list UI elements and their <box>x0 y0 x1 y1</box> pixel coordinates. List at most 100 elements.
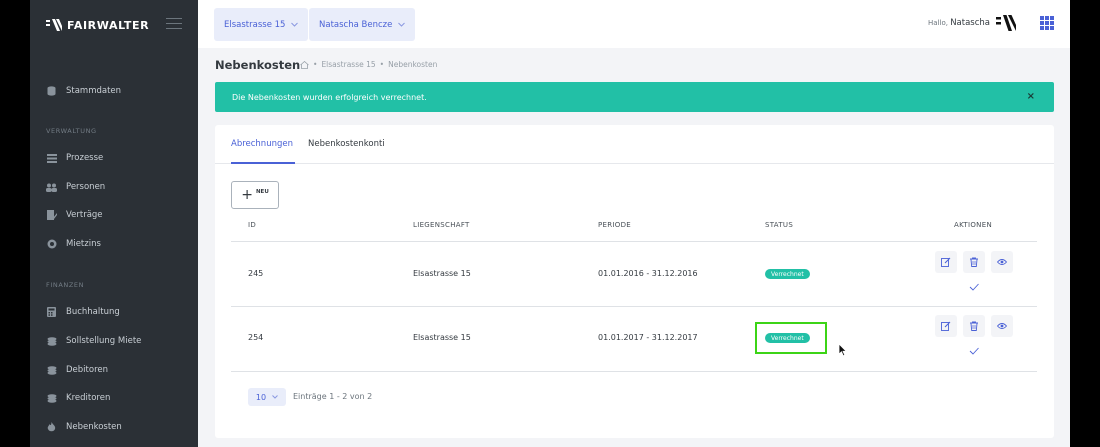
sidebar-item-label: Personen <box>66 182 106 192</box>
new-billing-button[interactable]: + NEU <box>231 181 279 209</box>
breadcrumb-property[interactable]: Elsastrasse 15 <box>321 60 375 69</box>
sidebar-section-verwaltung: VERWALTUNG <box>46 127 97 135</box>
eye-icon <box>997 259 1007 265</box>
row-divider <box>231 306 1037 307</box>
brand-logo[interactable]: FAIRWALTER <box>46 17 149 33</box>
property-select-label: Elsastrasse 15 <box>224 19 286 30</box>
chevron-down-icon <box>291 22 299 27</box>
sidebar-item-stammdaten[interactable]: Stammdaten <box>46 82 121 100</box>
breadcrumb-separator: • <box>313 60 318 69</box>
stack-icon <box>46 365 57 375</box>
confirm-button[interactable] <box>963 340 985 362</box>
header-divider <box>231 241 1037 242</box>
view-button[interactable] <box>991 251 1013 273</box>
status-badge: Verrechnet <box>765 269 810 279</box>
trash-icon <box>970 257 978 267</box>
topbar: Elsastrasse 15 Natascha Bencze Hallo, Na… <box>198 0 1070 48</box>
column-header-actions: AKTIONEN <box>954 221 992 229</box>
success-alert: Die Nebenkosten wurden erfolgreich verre… <box>215 82 1054 112</box>
sidebar-item-nebenkosten[interactable]: Nebenkosten <box>46 418 122 436</box>
sidebar-item-prozesse[interactable]: Prozesse <box>46 149 103 167</box>
row-divider <box>231 371 1037 372</box>
tab-abrechnungen[interactable]: Abrechnungen <box>231 139 293 149</box>
sidebar-item-label: Stammdaten <box>66 86 122 96</box>
fairwalter-logo-icon[interactable] <box>996 13 1016 33</box>
sidebar-item-buchhaltung[interactable]: Buchhaltung <box>46 303 120 321</box>
delete-button[interactable] <box>963 315 985 337</box>
users-icon <box>46 182 57 192</box>
user-name: Natascha <box>950 18 990 28</box>
menu-toggle-icon[interactable] <box>166 18 182 30</box>
tab-nebenkostenkonti[interactable]: Nebenkostenkonti <box>308 139 385 149</box>
cell-property: Elsastrasse 15 <box>413 333 471 342</box>
person-select[interactable]: Natascha Bencze <box>309 8 416 41</box>
apps-grid-icon[interactable] <box>1040 16 1054 30</box>
new-button-label: NEU <box>255 189 269 195</box>
chevron-down-icon <box>398 22 406 27</box>
property-select[interactable]: Elsastrasse 15 <box>214 8 309 41</box>
mouse-cursor-icon <box>838 343 848 357</box>
sidebar-item-label: Sollstellung Miete <box>66 336 142 346</box>
page-size-select[interactable]: 10 <box>248 388 286 406</box>
delete-button[interactable] <box>963 251 985 273</box>
sidebar-item-sollstellung-miete[interactable]: Sollstellung Miete <box>46 332 141 350</box>
cell-period: 01.01.2017 - 31.12.2017 <box>598 333 698 342</box>
stack-icon <box>46 393 57 403</box>
breadcrumb: • Elsastrasse 15 • Nebenkosten <box>300 60 437 69</box>
database-icon <box>46 86 57 96</box>
cell-id[interactable]: 254 <box>248 333 263 342</box>
check-icon <box>969 283 979 291</box>
eye-icon <box>997 323 1007 329</box>
sidebar-item-label: Debitoren <box>66 365 108 375</box>
view-button[interactable] <box>991 315 1013 337</box>
breadcrumb-separator: • <box>379 60 385 69</box>
sidebar-item-mietzins[interactable]: Mietzins <box>46 235 101 253</box>
greeting-text: Hallo, <box>928 19 948 27</box>
sidebar-item-vertraege[interactable]: Verträge <box>46 206 103 224</box>
column-header-id: ID <box>248 221 257 229</box>
edit-button[interactable] <box>935 251 957 273</box>
pagination-info: Einträge 1 - 2 von 2 <box>293 392 373 401</box>
flame-icon <box>46 422 57 432</box>
sidebar-item-label: Nebenkosten <box>66 422 122 432</box>
tab-bar: Abrechnungen Nebenkostenkonti <box>215 125 1054 164</box>
billing-card: Abrechnungen Nebenkostenkonti + NEU ID L… <box>215 125 1054 438</box>
column-header-property: LIEGENSCHAFT <box>413 221 470 229</box>
invoice-icon <box>46 336 57 346</box>
plus-icon: + <box>241 186 253 203</box>
sidebar-item-label: Prozesse <box>66 153 104 163</box>
sidebar-item-label: Mietzins <box>66 239 101 249</box>
person-select-label: Natascha Bencze <box>319 19 393 30</box>
cell-property: Elsastrasse 15 <box>413 269 471 278</box>
column-header-period: PERIODE <box>598 221 631 229</box>
highlight-box <box>755 322 827 354</box>
sidebar-item-label: Verträge <box>66 210 103 220</box>
check-icon <box>969 347 979 355</box>
cell-period: 01.01.2016 - 31.12.2016 <box>598 269 698 278</box>
list-icon <box>46 153 57 163</box>
sidebar-item-kreditoren[interactable]: Kreditoren <box>46 389 110 407</box>
edit-icon <box>941 257 951 267</box>
edit-button[interactable] <box>935 315 957 337</box>
sidebar-item-label: Kreditoren <box>66 393 111 403</box>
fairwalter-logo-icon <box>46 19 62 31</box>
sidebar-item-debitoren[interactable]: Debitoren <box>46 361 108 379</box>
cell-id[interactable]: 245 <box>248 269 263 278</box>
page-size-value: 10 <box>255 392 267 402</box>
calculator-icon <box>46 307 57 317</box>
user-greeting[interactable]: Hallo, Natascha <box>928 18 990 28</box>
confirm-button[interactable] <box>963 276 985 298</box>
sidebar-item-label: Buchhaltung <box>66 307 120 317</box>
app-window: FAIRWALTER Stammdaten VERWALTUNG Prozess… <box>30 0 1070 447</box>
column-header-status: STATUS <box>765 221 794 229</box>
contract-icon <box>46 210 57 220</box>
page-title: Nebenkosten <box>215 58 301 72</box>
alert-message: Die Nebenkosten wurden erfolgreich verre… <box>232 92 427 102</box>
home-icon[interactable] <box>300 60 309 69</box>
active-tab-indicator <box>231 162 295 164</box>
sidebar: FAIRWALTER Stammdaten VERWALTUNG Prozess… <box>30 0 198 447</box>
close-icon[interactable]: × <box>1027 91 1035 102</box>
sidebar-item-personen[interactable]: Personen <box>46 178 105 196</box>
breadcrumb-current: Nebenkosten <box>388 60 438 69</box>
sidebar-section-finanzen: FINANZEN <box>46 281 85 289</box>
